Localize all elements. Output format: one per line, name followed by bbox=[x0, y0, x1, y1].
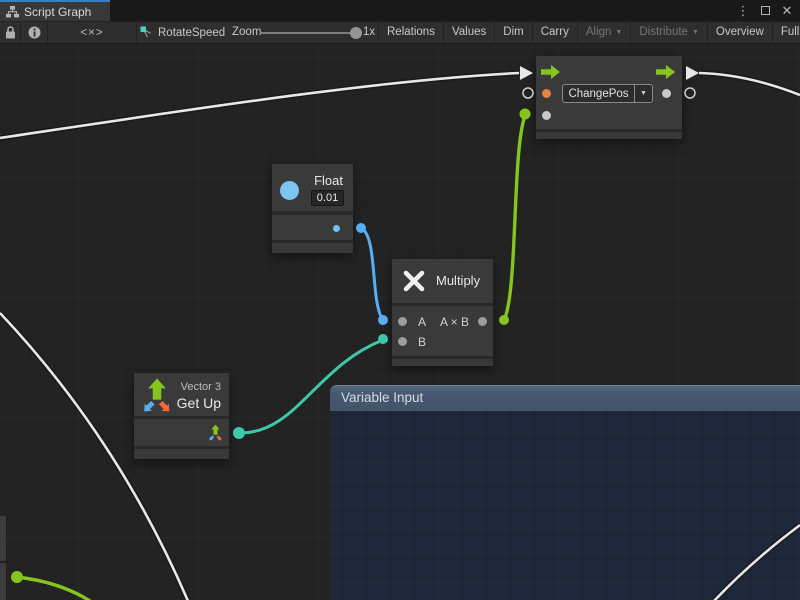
zoom-label: Zoom bbox=[232, 22, 261, 43]
align-button[interactable]: Align▼ bbox=[578, 22, 632, 43]
overview-button[interactable]: Overview bbox=[708, 22, 773, 43]
multiply-icon bbox=[402, 269, 426, 293]
multiply-input-a-port[interactable] bbox=[398, 317, 407, 326]
multiply-input-b-port[interactable] bbox=[398, 337, 407, 346]
distribute-button[interactable]: Distribute▼ bbox=[631, 22, 708, 43]
toolbar-buttons: Relations Values Dim Carry Align▼ Distri… bbox=[378, 22, 800, 43]
tab-bar: Script Graph ⋮ ✕ bbox=[0, 0, 800, 21]
changepos-variable-select[interactable]: ChangePos bbox=[562, 84, 635, 103]
dim-button[interactable]: Dim bbox=[495, 22, 532, 43]
multiply-node[interactable]: Multiply A A × B B bbox=[392, 259, 493, 366]
float-value-field[interactable]: 0.01 bbox=[311, 190, 344, 206]
lock-button[interactable] bbox=[0, 22, 21, 43]
connection-dot-green[interactable] bbox=[520, 109, 531, 120]
script-graph-window: Script Graph ⋮ ✕ <×> bbox=[0, 0, 800, 600]
flow-output-port[interactable] bbox=[656, 65, 675, 79]
embed-graph-button[interactable]: <×> bbox=[48, 22, 137, 43]
graph-unit-node[interactable]: Graph ▼ ChangePos ▼ bbox=[536, 56, 682, 139]
group-title: Variable Input bbox=[341, 390, 423, 405]
zoom-slider-thumb[interactable] bbox=[350, 27, 362, 39]
caret-down-icon: ▼ bbox=[692, 29, 699, 36]
connection-dot-blue[interactable] bbox=[378, 315, 388, 325]
unconnected-port-ring[interactable] bbox=[523, 88, 533, 98]
node-footer bbox=[536, 129, 682, 139]
window-maximize-icon[interactable] bbox=[754, 3, 776, 18]
multiply-port-rows: A A × B B bbox=[392, 303, 493, 356]
connection-dot-green[interactable] bbox=[499, 315, 509, 325]
multiply-node-title: Multiply bbox=[436, 259, 480, 303]
relations-button[interactable]: Relations bbox=[379, 22, 444, 43]
variable-input-group-header[interactable]: Variable Input bbox=[330, 385, 800, 411]
vector3-get-up-node[interactable]: Vector 3 Get Up bbox=[134, 373, 229, 459]
vector3-output-port[interactable] bbox=[207, 424, 224, 442]
wire-green-bottom-left bbox=[17, 577, 90, 600]
changepos-select-caret[interactable]: ▼ bbox=[635, 84, 653, 103]
toolbar: <×> RotateSpeed Zoom 1x Relations Values… bbox=[0, 21, 800, 44]
flow-input-port[interactable] bbox=[541, 65, 560, 79]
variable-input-group-body bbox=[330, 411, 800, 600]
graph-canvas[interactable]: Variable Input Float 0.01 Multiply A A ×… bbox=[0, 44, 800, 600]
node-footer bbox=[392, 356, 493, 366]
window-close-icon[interactable]: ✕ bbox=[776, 3, 798, 19]
carry-button[interactable]: Carry bbox=[533, 22, 578, 43]
offscreen-node-fragment bbox=[0, 563, 6, 600]
lock-icon bbox=[5, 26, 16, 39]
flow-arrowhead bbox=[520, 66, 533, 80]
graph-reference-label: RotateSpeed bbox=[158, 27, 225, 39]
vector3-node-title: Get Up bbox=[177, 395, 221, 411]
script-graph-asset-icon bbox=[140, 26, 153, 39]
values-button[interactable]: Values bbox=[444, 22, 495, 43]
wire-float-to-multiply bbox=[361, 228, 383, 320]
node-footer bbox=[134, 446, 229, 459]
tab-script-graph[interactable]: Script Graph bbox=[0, 0, 110, 21]
connection-dot-green[interactable] bbox=[11, 571, 23, 583]
info-icon bbox=[28, 26, 41, 39]
multiply-result-port[interactable] bbox=[478, 317, 487, 326]
value-input-port[interactable] bbox=[542, 111, 551, 120]
float-output-port[interactable] bbox=[333, 225, 340, 232]
float-type-icon bbox=[280, 181, 299, 200]
zoom-value: 1x bbox=[363, 22, 375, 43]
vector3-port-row bbox=[134, 416, 229, 446]
float-node-title: Float bbox=[314, 173, 343, 188]
float-node[interactable]: Float 0.01 bbox=[272, 164, 353, 253]
embed-glyph: <×> bbox=[80, 27, 103, 39]
graph-hierarchy-icon bbox=[6, 6, 19, 18]
wire-white-into-graph bbox=[0, 73, 519, 138]
port-b-label: B bbox=[418, 335, 426, 349]
vector3-icon bbox=[140, 377, 174, 415]
float-port-row bbox=[272, 211, 353, 240]
flow-arrowhead bbox=[686, 66, 699, 80]
caret-down-icon: ▼ bbox=[615, 29, 622, 36]
vector3-type-label: Vector 3 bbox=[181, 381, 221, 393]
window-controls: ⋮ ✕ bbox=[732, 0, 798, 21]
port-a-label: A bbox=[418, 315, 426, 329]
node-footer bbox=[272, 240, 353, 253]
tab-label: Script Graph bbox=[24, 5, 91, 19]
offscreen-node-fragment bbox=[0, 516, 6, 561]
variable-name-port[interactable] bbox=[542, 89, 551, 98]
zoom-slider-track[interactable] bbox=[260, 32, 351, 34]
graph-reference-breadcrumb[interactable]: RotateSpeed bbox=[140, 22, 225, 43]
wire-white-out-of-graph bbox=[699, 73, 800, 95]
connection-dot-teal[interactable] bbox=[378, 334, 388, 344]
unconnected-port-ring[interactable] bbox=[685, 88, 695, 98]
window-menu-icon[interactable]: ⋮ bbox=[732, 3, 754, 19]
connection-dot-blue[interactable] bbox=[356, 223, 366, 233]
wire-multiply-to-graph bbox=[504, 116, 525, 320]
info-button[interactable] bbox=[21, 22, 48, 43]
connection-dot-teal[interactable] bbox=[233, 427, 245, 439]
variable-input-group: Variable Input bbox=[330, 385, 800, 600]
value-output-port[interactable] bbox=[662, 89, 671, 98]
full-screen-button[interactable]: Full Screen bbox=[773, 22, 800, 43]
port-result-label: A × B bbox=[440, 315, 469, 329]
caret-down-icon: ▼ bbox=[640, 90, 647, 97]
